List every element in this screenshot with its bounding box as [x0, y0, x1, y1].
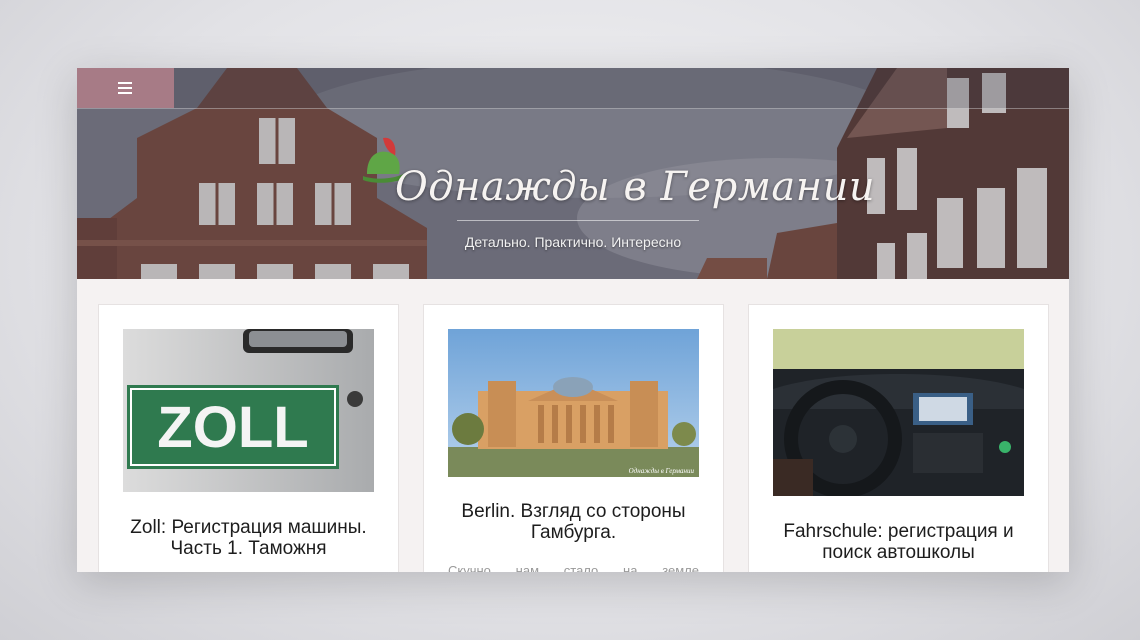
hamburger-menu-icon — [118, 82, 132, 84]
site-logo[interactable]: Однажды в Германии — [361, 134, 875, 214]
logo-divider — [457, 220, 699, 221]
car-interior-photo — [773, 329, 1024, 496]
sign-text: ZOLL — [157, 395, 308, 460]
hamburger-menu-icon-line — [118, 92, 132, 94]
post-title[interactable]: Zoll: Регистрация машины. Часть 1. Тамож… — [109, 517, 388, 559]
photo-watermark: Однажды в Германии — [629, 467, 695, 475]
reichstag-photo: Однажды в Германии — [448, 329, 699, 477]
site-title: Однажды в Германии — [395, 164, 876, 210]
hamburger-menu-icon-line — [118, 87, 132, 89]
customs-sign-photo: ZOLL — [123, 329, 374, 492]
post-thumbnail[interactable]: Однажды в Германии — [448, 329, 699, 477]
post-title[interactable]: Berlin. Взгляд со стороны Гамбурга. — [434, 501, 713, 543]
post-title[interactable]: Fahrschule: регистрация и поиск автошкол… — [759, 521, 1038, 563]
site-header: Однажды в Германии Детально. Практично. … — [77, 68, 1069, 279]
post-excerpt: Скучно нам стало на земле — [448, 563, 699, 572]
menu-button[interactable] — [77, 68, 174, 108]
post-card[interactable]: Fahrschule: регистрация и поиск автошкол… — [748, 304, 1049, 572]
post-card[interactable]: Однажды в Германии Berlin. Взгляд со сто… — [423, 304, 724, 572]
post-card[interactable]: ZOLL Zoll: Регистрация машины. Часть 1. … — [98, 304, 399, 572]
post-thumbnail[interactable]: ZOLL — [123, 329, 374, 492]
browser-viewport: Однажды в Германии Детально. Практично. … — [77, 68, 1069, 572]
post-thumbnail[interactable] — [773, 329, 1024, 496]
top-navigation-bar — [77, 68, 1069, 109]
site-tagline: Детально. Практично. Интересно — [464, 234, 682, 250]
